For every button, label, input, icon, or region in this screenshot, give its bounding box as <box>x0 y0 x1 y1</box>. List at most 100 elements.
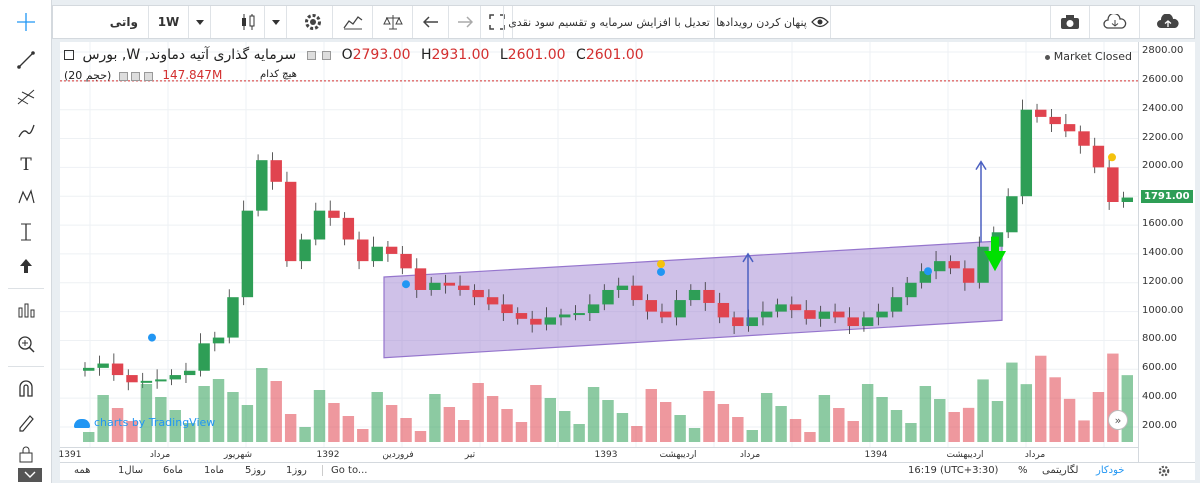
price-chart[interactable] <box>60 42 1138 447</box>
time-zone[interactable]: 16:19 (UTC+3:30) <box>908 465 998 476</box>
volume-bar <box>948 412 960 442</box>
settings-toggle-icon[interactable] <box>322 50 332 60</box>
redo-button[interactable] <box>449 6 481 38</box>
adjust-dividends-button[interactable]: تعدیل با افزایش سرمایه و تقسیم سود نقدی <box>503 6 715 38</box>
time-tick-label: مرداد <box>1024 450 1046 460</box>
candle <box>342 217 355 240</box>
eye-toggle-icon[interactable] <box>306 50 316 60</box>
time-tick-label: مرداد <box>739 450 761 460</box>
measure-icon[interactable] <box>8 218 44 246</box>
settings-toggle-icon[interactable] <box>131 71 141 81</box>
camera-icon <box>1061 15 1079 29</box>
range-6m[interactable]: 6ماه <box>163 465 183 476</box>
magnet-icon[interactable] <box>8 374 44 402</box>
lock-icon[interactable] <box>8 440 44 468</box>
fib-tool-icon[interactable] <box>8 82 44 110</box>
indicators-button[interactable] <box>333 6 373 38</box>
volume-bar <box>1092 392 1105 442</box>
candle <box>126 375 138 383</box>
volume-bar <box>472 383 484 442</box>
range-all[interactable]: همه <box>74 465 90 476</box>
save-layout-button[interactable] <box>1140 6 1195 38</box>
high-label: H <box>420 47 432 63</box>
candle <box>183 370 196 376</box>
price-tick-label: 2600.00 <box>1142 73 1184 85</box>
time-tick-label: 1394 <box>864 450 888 460</box>
load-layout-button[interactable] <box>1090 6 1140 38</box>
collapse-toolbar-button[interactable] <box>18 468 42 482</box>
price-tick-label: 1600.00 <box>1142 218 1184 230</box>
zoom-in-icon[interactable] <box>8 330 44 358</box>
volume-bar <box>746 430 758 442</box>
percent-toggle[interactable]: % <box>1018 465 1028 476</box>
symbol-title: سرمایه گذاری آتیه دماوند, W, بورس <box>82 47 297 63</box>
close-value: 2601.00 <box>585 47 644 63</box>
interval-select[interactable]: 1W <box>149 6 189 38</box>
scale-icon <box>382 15 403 30</box>
symbol-search[interactable]: واتی <box>53 6 149 38</box>
edit-lock-icon[interactable] <box>8 408 44 436</box>
svg-text:T: T <box>20 155 32 174</box>
trend-line-icon[interactable] <box>8 46 44 74</box>
text-tool-icon[interactable]: T <box>8 150 44 178</box>
price-tick-label: 1400.00 <box>1142 246 1184 258</box>
candle <box>948 261 960 269</box>
compare-button[interactable] <box>373 6 413 38</box>
candle <box>328 210 340 218</box>
price-tick-label: 400.00 <box>1142 391 1177 403</box>
range-5d[interactable]: 5روز <box>245 465 266 476</box>
range-1m[interactable]: 1ماه <box>204 465 224 476</box>
candle <box>1121 197 1133 202</box>
price-axis[interactable]: 2800.002600.002400.002200.002000.001800.… <box>1138 42 1195 462</box>
volume-bar <box>530 385 542 442</box>
undo-icon <box>422 16 438 28</box>
gear-icon <box>304 14 321 30</box>
pattern-icon[interactable] <box>8 183 44 211</box>
price-tick-label: 200.00 <box>1142 420 1177 431</box>
crosshair-icon[interactable] <box>8 8 44 36</box>
volume-bar <box>890 410 903 442</box>
auto-toggle[interactable]: خودکار <box>1096 465 1124 476</box>
eye-toggle-icon[interactable] <box>118 71 128 81</box>
candle <box>458 285 470 290</box>
goto-button[interactable]: Go to... <box>322 465 367 476</box>
brush-icon[interactable] <box>8 117 44 145</box>
volume-bar <box>631 426 643 442</box>
chart-style-dropdown[interactable] <box>265 6 287 38</box>
candle <box>587 304 600 314</box>
range-1y[interactable]: 1سال <box>118 465 143 476</box>
snapshot-button[interactable] <box>1050 6 1090 38</box>
hide-events-button[interactable]: پنهان کردن رویدادها <box>715 6 831 38</box>
price-tick-label: 2800.00 <box>1142 45 1184 56</box>
axis-settings-button[interactable] <box>1158 465 1170 480</box>
range-1d[interactable]: 1روز <box>286 465 307 476</box>
scroll-to-realtime-button[interactable]: » <box>1108 410 1128 430</box>
collapse-legend-icon[interactable] <box>64 50 74 60</box>
close-toggle-icon[interactable] <box>143 71 153 81</box>
volume-bar <box>342 416 355 442</box>
chart-pane[interactable]: سرمایه گذاری آتیه دماوند, W, بورس O2793.… <box>60 42 1138 447</box>
event-marker-icon <box>1108 153 1116 162</box>
volume-bar <box>732 417 744 442</box>
volume-bar <box>544 398 557 442</box>
log-toggle[interactable]: لگاریتمی <box>1042 465 1078 476</box>
volume-bar <box>212 379 225 442</box>
candle <box>1078 131 1090 146</box>
undo-button[interactable] <box>413 6 449 38</box>
candle <box>429 282 441 290</box>
interval-dropdown-button[interactable] <box>189 6 211 38</box>
volume-bar <box>573 424 585 442</box>
time-axis[interactable]: 1391 مرداد شهریور 1392 فروردین تیر 1393 اردیبهش… <box>59 447 1138 462</box>
volume-bar <box>357 429 369 442</box>
symbol-label: واتی <box>109 15 138 29</box>
volume-bar <box>977 379 989 442</box>
volume-bar <box>847 421 859 442</box>
volume-bar <box>140 384 153 442</box>
candle <box>140 380 153 383</box>
chart-style-button[interactable] <box>231 6 265 38</box>
settings-button[interactable] <box>293 6 333 38</box>
tradingview-logo-icon <box>74 418 90 428</box>
volume-bar <box>645 389 657 442</box>
zoom-range-icon[interactable] <box>8 296 44 324</box>
arrow-up-icon[interactable] <box>8 252 44 280</box>
